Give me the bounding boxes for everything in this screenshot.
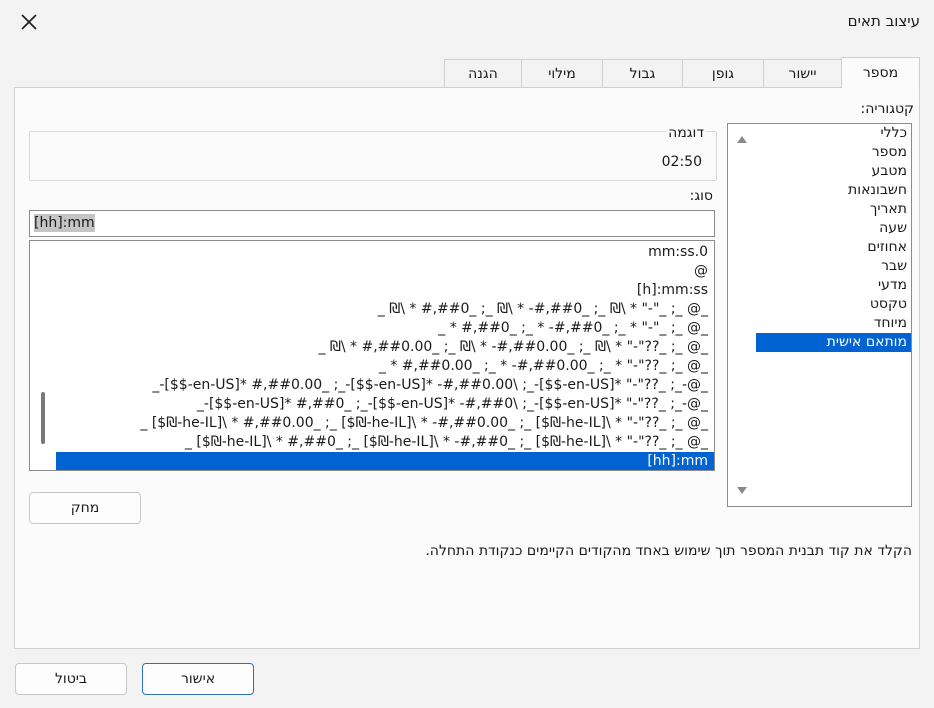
scroll-thumb[interactable] bbox=[41, 392, 45, 444]
format-item[interactable]: _-[$$-en-US]* #,##0.00_ ;_-[$$-en-US]* -… bbox=[56, 376, 714, 395]
category-label: קטגוריה: bbox=[860, 101, 915, 117]
category-item-scientific[interactable]: מדעי bbox=[756, 276, 911, 295]
format-item[interactable]: _ ₪\ * #,##0_ ;_ ₪\ * -#,##0_ ;_ ₪\ * "-… bbox=[56, 300, 714, 319]
category-item-percentage[interactable]: אחוזים bbox=[756, 238, 911, 257]
chevron-up-icon[interactable] bbox=[737, 136, 747, 143]
category-items: כללי מספר מטבע חשבונאות תאריך שעה אחוזים… bbox=[756, 124, 911, 352]
format-item[interactable]: _ [$₪-he-IL]\ * #,##0.00_ ;_ [$₪-he-IL]\… bbox=[56, 414, 714, 433]
tab-alignment[interactable]: יישור bbox=[763, 59, 842, 87]
format-item-selected[interactable]: [hh]:mm bbox=[56, 452, 714, 470]
format-items: mm:ss.0 @ [h]:mm:ss _ ₪\ * #,##0_ ;_ ₪\ … bbox=[56, 243, 714, 470]
format-item[interactable]: _ [$₪-he-IL]\ * #,##0_ ;_ [$₪-he-IL]\ * … bbox=[56, 433, 714, 452]
title-bar: עיצוב תאים bbox=[0, 0, 934, 44]
instruction-text: הקלד את קוד תבנית המספר תוך שימוש באחד מ… bbox=[425, 543, 912, 559]
format-item[interactable]: _ ₪\ * #,##0.00_ ;_ ₪\ * -#,##0.00_ ;_ ₪… bbox=[56, 338, 714, 357]
tab-protection[interactable]: הגנה bbox=[444, 59, 522, 87]
tab-font[interactable]: גופן bbox=[682, 59, 764, 87]
category-item-date[interactable]: תאריך bbox=[756, 200, 911, 219]
category-item-time[interactable]: שעה bbox=[756, 219, 911, 238]
format-list-scrollbar[interactable] bbox=[30, 241, 56, 470]
type-label: סוג: bbox=[689, 188, 713, 204]
tab-number[interactable]: מספר bbox=[841, 57, 920, 88]
type-input[interactable]: [hh]:mm bbox=[29, 210, 715, 237]
format-item[interactable]: mm:ss.0 bbox=[56, 243, 714, 262]
format-item[interactable]: _ * #,##0.00_ ;_ * -#,##0.00_ ;_ * "-"??… bbox=[56, 357, 714, 376]
category-item-custom[interactable]: מותאם אישית bbox=[756, 333, 911, 352]
category-item-general[interactable]: כללי bbox=[756, 124, 911, 143]
format-item[interactable]: [h]:mm:ss bbox=[56, 281, 714, 300]
ok-button[interactable]: אישור bbox=[142, 663, 254, 695]
sample-value: 02:50 bbox=[661, 154, 702, 170]
sample-label: דוגמה bbox=[666, 125, 706, 141]
category-item-text[interactable]: טקסט bbox=[756, 295, 911, 314]
category-item-number[interactable]: מספר bbox=[756, 143, 911, 162]
category-list[interactable]: כללי מספר מטבע חשבונאות תאריך שעה אחוזים… bbox=[727, 123, 912, 507]
format-item[interactable]: @ bbox=[56, 262, 714, 281]
tab-fill[interactable]: מילוי bbox=[521, 59, 603, 87]
cancel-button[interactable]: ביטול bbox=[15, 663, 127, 695]
category-item-accounting[interactable]: חשבונאות bbox=[756, 181, 911, 200]
tab-strip: מספר יישור גופן גבול מילוי הגנה bbox=[444, 57, 920, 88]
chevron-down-icon[interactable] bbox=[737, 487, 747, 494]
format-code-list[interactable]: mm:ss.0 @ [h]:mm:ss _ ₪\ * #,##0_ ;_ ₪\ … bbox=[29, 240, 715, 471]
sample-group: דוגמה 02:50 bbox=[29, 125, 717, 181]
category-item-currency[interactable]: מטבע bbox=[756, 162, 911, 181]
tab-border[interactable]: גבול bbox=[602, 59, 683, 87]
category-item-fraction[interactable]: שבר bbox=[756, 257, 911, 276]
type-input-value: [hh]:mm bbox=[34, 214, 95, 232]
close-icon bbox=[21, 14, 37, 30]
format-cells-dialog: עיצוב תאים מספר יישור גופן גבול מילוי הג… bbox=[0, 0, 934, 708]
category-scrollbar[interactable] bbox=[728, 124, 756, 506]
format-item[interactable]: _-[$$-en-US]* #,##0_ ;_-[$$-en-US]* -#,#… bbox=[56, 395, 714, 414]
close-button[interactable] bbox=[14, 9, 44, 35]
format-item[interactable]: _ * #,##0_ ;_ * -#,##0_ ;_ * "-"_ ;_ @_ bbox=[56, 319, 714, 338]
dialog-title: עיצוב תאים bbox=[847, 12, 920, 30]
delete-button[interactable]: מחק bbox=[29, 492, 141, 524]
category-item-special[interactable]: מיוחד bbox=[756, 314, 911, 333]
